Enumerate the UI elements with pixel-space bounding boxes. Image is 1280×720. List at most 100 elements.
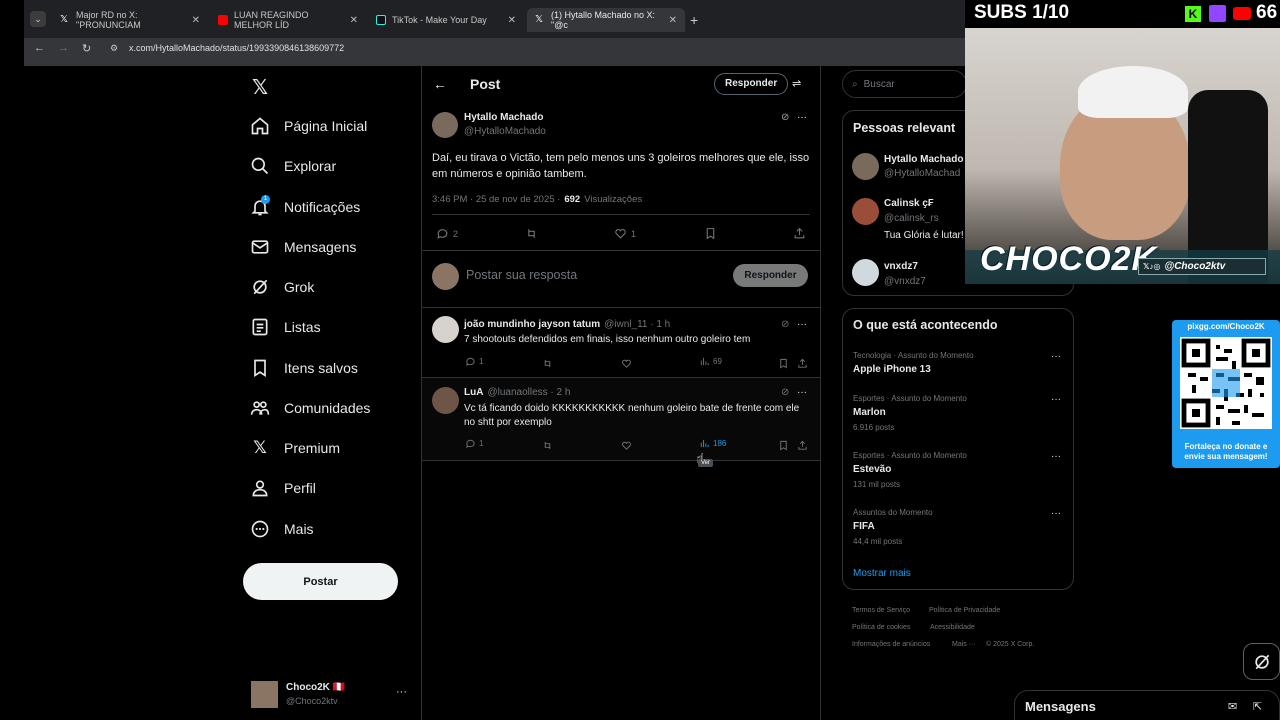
person-handle: @calinsk_rs xyxy=(884,213,939,224)
composer-reply-button[interactable]: Responder xyxy=(733,264,808,287)
reply-icon xyxy=(466,439,475,449)
show-more-link[interactable]: Mostrar mais xyxy=(853,568,911,579)
trend-name[interactable]: Marlon xyxy=(853,407,886,418)
nav-item-home[interactable]: Página Inicial xyxy=(250,111,367,141)
trends-title: O que está acontecendo xyxy=(853,318,998,332)
tab-list-button[interactable]: ⌄ xyxy=(30,11,46,27)
youtube-icon xyxy=(1233,7,1251,20)
grok-icon[interactable]: ⊘ xyxy=(781,319,789,330)
nav-item-bookmarks[interactable]: Itens salvos xyxy=(250,353,358,383)
account-menu-icon[interactable]: ··· xyxy=(396,686,407,698)
nav-item-lists[interactable]: Listas xyxy=(250,312,321,342)
nav-item-grok[interactable]: Grok xyxy=(250,272,314,302)
grok-icon[interactable]: ⊘ xyxy=(781,387,789,398)
back-arrow-icon[interactable]: ← xyxy=(433,76,447,92)
nav-item-more[interactable]: Mais xyxy=(250,514,314,544)
trend-more-icon[interactable]: ··· xyxy=(1051,394,1061,405)
x-logo-icon[interactable]: 𝕏 xyxy=(252,75,268,100)
trend-more-icon[interactable]: ··· xyxy=(1051,508,1061,519)
browser-tab-active[interactable]: 𝕏 (1) Hytallo Machado no X: "@c ✕ xyxy=(527,8,685,32)
avatar[interactable] xyxy=(432,316,459,343)
person-name[interactable]: Hytallo Machado xyxy=(884,154,963,165)
close-tab-icon[interactable]: ✕ xyxy=(508,15,516,26)
reply-header: LuA @luanaolless · 2 h xyxy=(464,387,571,398)
trend-name[interactable]: FIFA xyxy=(853,521,875,532)
trend-name[interactable]: Apple iPhone 13 xyxy=(853,364,931,375)
nav-item-messages[interactable]: Mensagens xyxy=(250,232,356,262)
relevant-title: Pessoas relevant xyxy=(853,121,956,135)
post-handle[interactable]: @HytalloMachado xyxy=(464,126,546,137)
settings-sliders-icon[interactable]: ⇌ xyxy=(792,77,801,90)
reply-action[interactable]: 1 xyxy=(465,438,483,449)
browser-tab[interactable]: TikTok - Make Your Day ✕ xyxy=(368,8,524,32)
close-tab-icon[interactable]: ✕ xyxy=(192,15,200,26)
views-action[interactable]: 186 xyxy=(699,438,726,449)
footer-link[interactable]: Política de cookies xyxy=(852,624,910,631)
more-options-icon[interactable]: ··· xyxy=(797,387,807,398)
new-tab-button[interactable]: + xyxy=(690,12,698,28)
reload-icon[interactable]: ↻ xyxy=(82,42,91,55)
avatar[interactable] xyxy=(852,153,879,180)
avatar[interactable] xyxy=(852,198,879,225)
grok-floating-button[interactable] xyxy=(1243,643,1280,680)
nav-item-premium[interactable]: 𝕏 Premium xyxy=(250,433,340,463)
bookmark-icon xyxy=(706,228,715,240)
more-options-icon[interactable]: ··· xyxy=(797,319,807,330)
share-action[interactable] xyxy=(793,227,806,245)
close-tab-icon[interactable]: ✕ xyxy=(669,15,677,26)
reply-header-button[interactable]: Responder xyxy=(714,73,789,95)
x-logo-icon: 𝕏 xyxy=(253,438,267,457)
bookmark-action[interactable] xyxy=(778,356,789,374)
bookmark-action[interactable] xyxy=(704,227,717,245)
new-message-icon[interactable]: ✉ xyxy=(1228,700,1237,713)
viewer-count: 66 xyxy=(1256,2,1278,23)
footer-link[interactable]: Mais ··· xyxy=(952,641,976,648)
repost-action[interactable] xyxy=(542,356,553,374)
reply-action[interactable]: 1 xyxy=(465,356,483,367)
nav-item-explore[interactable]: Explorar xyxy=(250,151,336,181)
post-button[interactable]: Postar xyxy=(243,563,398,600)
reply-composer-input[interactable]: Postar sua resposta xyxy=(466,268,577,282)
avatar[interactable] xyxy=(432,112,458,138)
share-action[interactable] xyxy=(797,438,808,456)
footer-link[interactable]: Política de Privacidade xyxy=(929,607,1000,614)
footer-link[interactable]: Termos de Serviço xyxy=(852,607,910,614)
footer-link[interactable]: Informações de anúncios xyxy=(852,641,930,648)
bookmark-action[interactable] xyxy=(778,438,789,456)
bookmark-icon xyxy=(254,359,266,378)
post-author[interactable]: Hytallo Machado xyxy=(464,112,543,123)
person-name[interactable]: Calinsk ҫ₣ xyxy=(884,198,933,209)
nav-item-profile[interactable]: Perfil xyxy=(250,473,316,503)
like-action[interactable]: 1 xyxy=(614,227,636,240)
trend-more-icon[interactable]: ··· xyxy=(1051,451,1061,462)
back-icon[interactable]: ← xyxy=(34,42,45,54)
views-action[interactable]: 69 xyxy=(699,356,722,367)
trend-more-icon[interactable]: ··· xyxy=(1051,351,1061,362)
site-info-icon[interactable]: ⚙ xyxy=(110,43,118,54)
repost-action[interactable] xyxy=(525,227,538,245)
nav-item-communities[interactable]: Comunidades xyxy=(250,393,370,423)
person-name[interactable]: vnxdz7 xyxy=(884,261,918,272)
expand-icon[interactable]: ⇱ xyxy=(1253,700,1262,713)
close-tab-icon[interactable]: ✕ xyxy=(350,15,358,26)
browser-tab[interactable]: 𝕏 Major RD no X: "PRONUNCIAM ✕ xyxy=(52,8,208,32)
trend-name[interactable]: Estevão xyxy=(853,464,891,475)
home-icon xyxy=(251,117,269,135)
avatar[interactable] xyxy=(432,387,459,414)
streamer-cap xyxy=(1078,66,1188,118)
url-text[interactable]: x.com/HytalloMachado/status/199339084613… xyxy=(129,43,344,53)
people-icon xyxy=(250,401,270,415)
repost-action[interactable] xyxy=(542,438,553,456)
like-action[interactable] xyxy=(621,438,632,456)
footer-link[interactable]: Acessibilidade xyxy=(930,624,975,631)
share-action[interactable] xyxy=(797,356,808,374)
avatar[interactable] xyxy=(852,259,879,286)
reply-action[interactable]: 2 xyxy=(436,227,458,240)
forward-icon[interactable]: → xyxy=(58,42,69,54)
more-options-icon[interactable]: ··· xyxy=(797,112,807,123)
browser-tab[interactable]: LUAN REAGINDO MELHOR LÍD ✕ xyxy=(210,8,366,32)
person-bio: Tua Glória é lutar! xyxy=(884,230,964,241)
search-input[interactable]: ⌕ Buscar xyxy=(842,70,967,98)
like-action[interactable] xyxy=(621,356,632,374)
grok-icon[interactable]: ⊘ xyxy=(781,112,789,123)
